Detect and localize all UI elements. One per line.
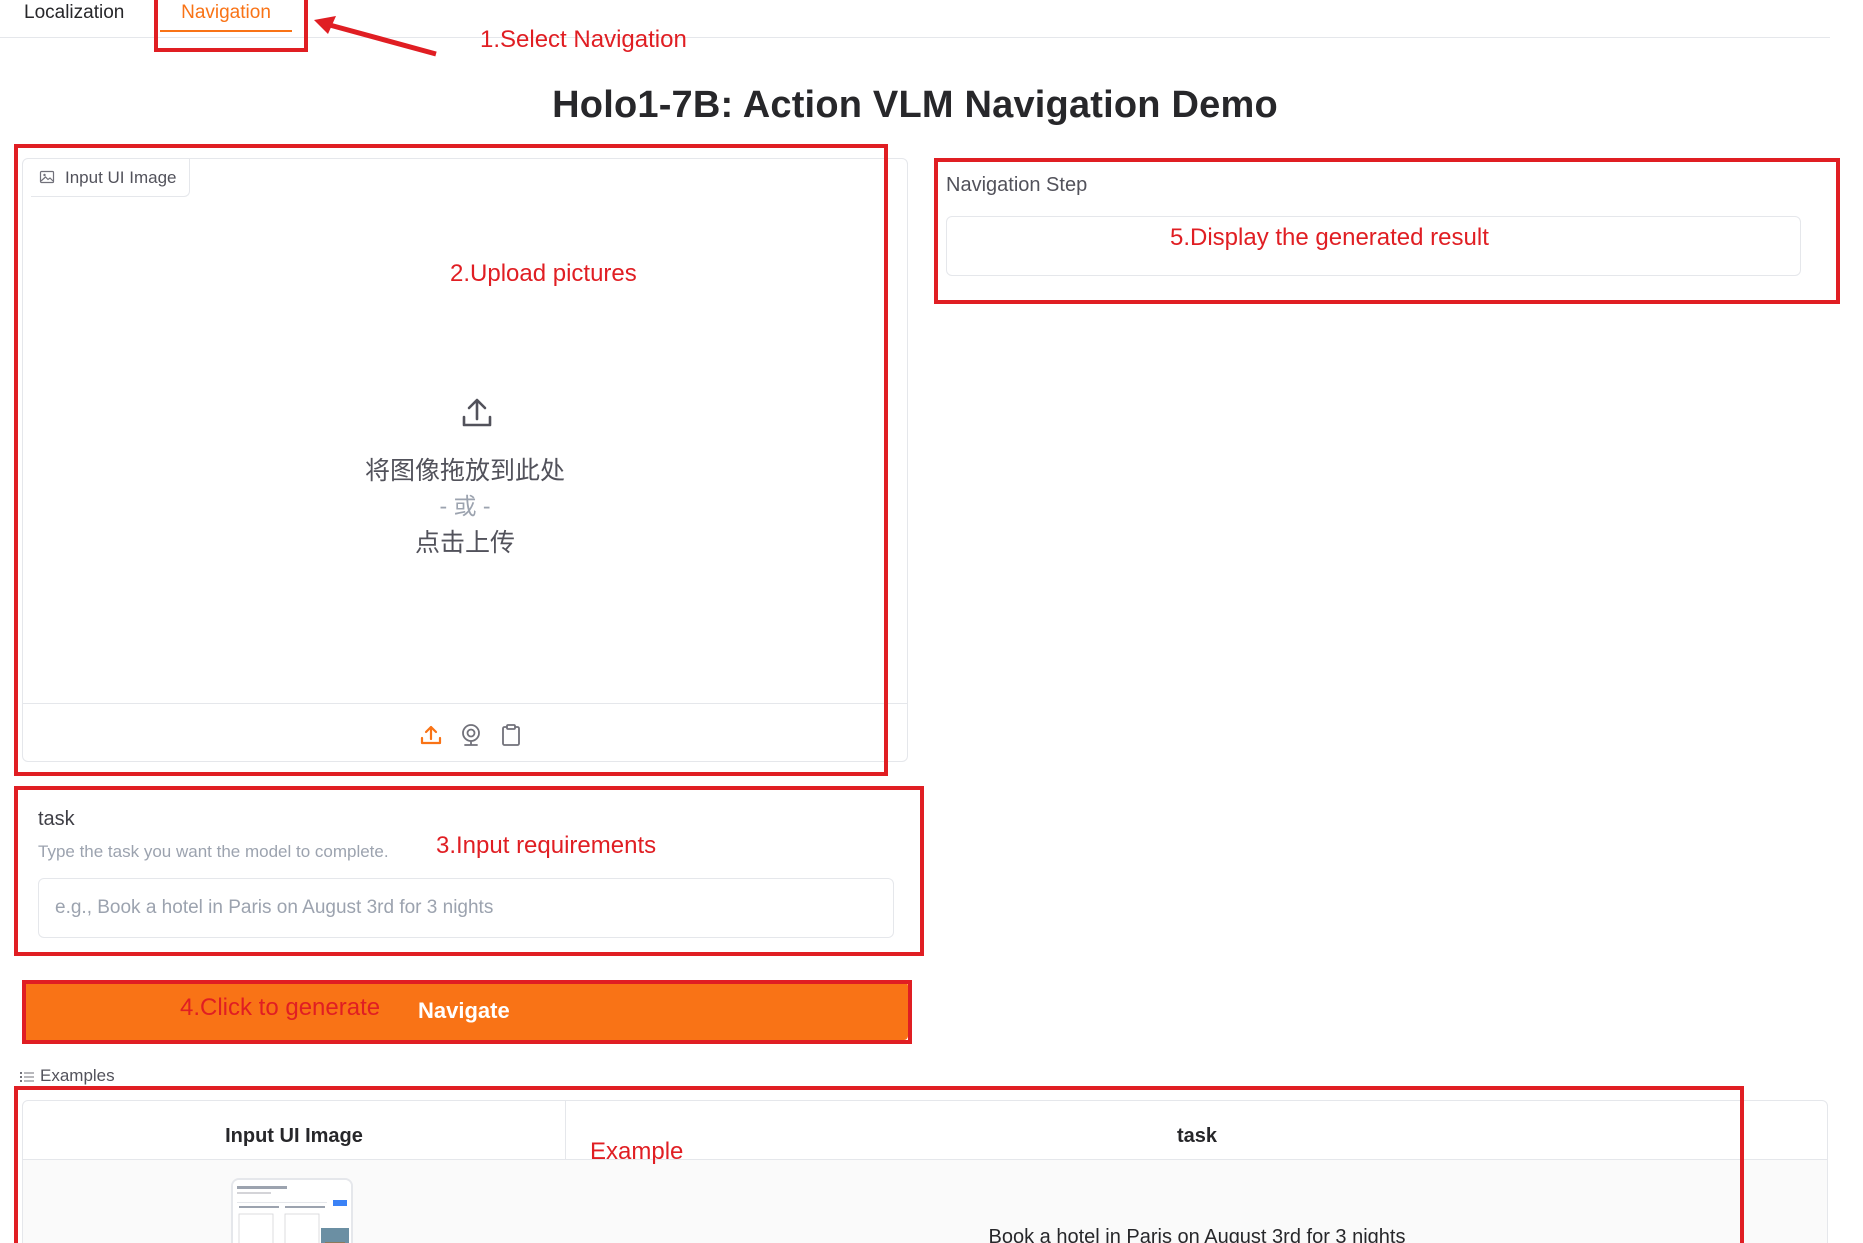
annotation-step5: 5.Display the generated result	[1170, 224, 1489, 251]
annotation-example: Example	[590, 1138, 684, 1165]
annotation-step2: 2.Upload pictures	[450, 260, 637, 287]
annotation-box-tab	[154, 0, 308, 52]
annotation-step3: 3.Input requirements	[436, 832, 657, 859]
page-title: Holo1-7B: Action VLM Navigation Demo	[552, 84, 1278, 126]
annotation-box-examples	[14, 1086, 1744, 1243]
tab-localization[interactable]: Localization	[24, 0, 124, 30]
annotation-step4: 4.Click to generate	[180, 994, 381, 1021]
annotation-box-image	[14, 144, 888, 776]
annotation-box-task	[14, 786, 924, 956]
annotation-step1: 1.Select Navigation	[480, 26, 687, 53]
annotation-arrow-icon	[314, 16, 437, 57]
list-icon	[20, 1071, 34, 1082]
annotation-box-button	[22, 980, 912, 1044]
examples-label: Examples	[20, 1066, 115, 1086]
examples-label-text: Examples	[40, 1066, 115, 1085]
